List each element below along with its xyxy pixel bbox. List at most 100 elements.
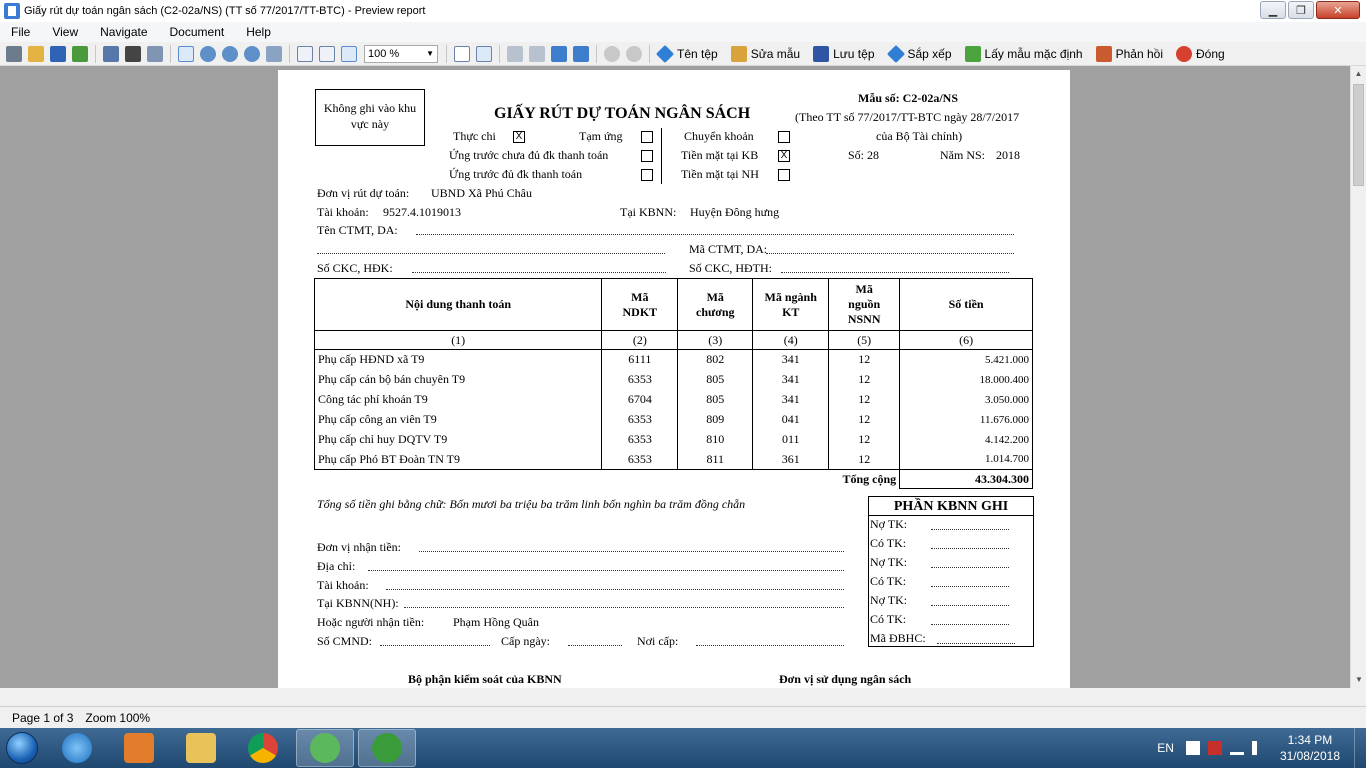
scroll-down-icon[interactable]: ▼ [1351, 672, 1366, 688]
edit-icon [730, 45, 747, 62]
power-icon [1175, 45, 1192, 62]
table-row: Phụ cấp cán bộ bán chuyên T9 6353 805 34… [313, 369, 1033, 390]
col-number: (1) [313, 330, 603, 350]
volume-icon[interactable] [1251, 741, 1266, 755]
menu-bar: File View Navigate Document Help [0, 22, 1366, 42]
scroll-up-icon[interactable]: ▲ [1351, 66, 1366, 82]
forward-icon[interactable] [626, 45, 642, 62]
last-page-icon[interactable] [573, 45, 589, 62]
taskbar-report-app[interactable] [358, 729, 416, 767]
option-ung-truoc-du-checkbox[interactable] [641, 169, 653, 181]
menu-file[interactable]: File [0, 25, 41, 39]
actual-size-icon[interactable] [341, 45, 357, 62]
cell-ndkt: 6353 [601, 409, 679, 430]
export-icon[interactable] [72, 45, 88, 62]
maximize-button[interactable]: ❐ [1288, 1, 1314, 19]
table-icon[interactable] [103, 45, 119, 62]
cell-nguon: 12 [828, 429, 901, 450]
close-report-button[interactable]: Đóng [1173, 45, 1225, 62]
language-indicator[interactable]: EN [1157, 741, 1174, 755]
cell-nguon: 12 [828, 409, 901, 430]
window-title: Giấy rút dự toán ngân sách (C2-02a/NS) (… [24, 5, 426, 17]
report-preview-area[interactable]: Không ghi vào khu vực này GIẤY RÚT DỰ TO… [0, 66, 1350, 688]
file-name-button[interactable]: Tên tệp [654, 44, 718, 63]
menu-help[interactable]: Help [235, 25, 282, 39]
option-tien-mat-nh-checkbox[interactable] [778, 169, 790, 181]
hand-icon[interactable] [178, 45, 194, 62]
option-thuc-chi-checkbox[interactable]: X [513, 131, 525, 143]
taskbar-accounting-app[interactable] [296, 729, 354, 767]
option-tien-mat-kb-checkbox[interactable]: X [778, 150, 790, 162]
zoom-area-icon[interactable] [266, 45, 282, 62]
recipient-address-label: Địa chỉ: [317, 559, 356, 573]
close-button[interactable]: ✕ [1316, 1, 1360, 19]
save-file-button[interactable]: Lưu tệp [810, 45, 875, 62]
page-indicator: Page 1 of 3 [12, 710, 74, 725]
document-number: Số: 28 [848, 148, 880, 162]
taskbar-chrome[interactable] [234, 729, 292, 767]
zoom-icon[interactable] [200, 45, 216, 62]
default-template-button[interactable]: Lấy mẫu mặc định [962, 45, 1083, 62]
search-icon[interactable] [147, 45, 163, 62]
taskbar-explorer[interactable] [172, 729, 230, 767]
previous-page-icon[interactable] [529, 45, 545, 62]
dotted-line [386, 589, 844, 590]
first-page-icon[interactable] [507, 45, 523, 62]
start-button[interactable] [0, 728, 44, 768]
arrange-button[interactable]: Sắp xếp [885, 44, 952, 63]
antivirus-icon[interactable] [1207, 741, 1222, 755]
minimize-button[interactable]: ▁ [1260, 1, 1286, 19]
cell-noi-dung: Phụ cấp HĐND xã T9 [313, 349, 603, 370]
cell-so-tien: 4.142.200 [899, 429, 1033, 450]
option-tam-ung-checkbox[interactable] [641, 131, 653, 143]
dotted-line [380, 645, 490, 646]
network-icon[interactable] [1229, 741, 1244, 755]
treasury-control-label: Bộ phận kiểm soát của KBNN [408, 672, 562, 686]
multi-page-icon[interactable] [476, 45, 492, 62]
scroll-thumb[interactable] [1353, 84, 1364, 186]
feedback-button[interactable]: Phản hồi [1093, 45, 1163, 62]
vertical-scrollbar[interactable]: ▲ ▼ [1350, 66, 1366, 688]
menu-navigate[interactable]: Navigate [89, 25, 158, 39]
single-page-icon[interactable] [454, 45, 470, 62]
fit-page-icon[interactable] [319, 45, 335, 62]
amount-in-words: Tổng số tiền ghi bằng chữ: Bốn mươi ba t… [317, 497, 746, 511]
edit-template-button[interactable]: Sửa mẫu [728, 45, 801, 62]
cell-nganh: 361 [752, 449, 830, 470]
next-page-icon[interactable] [551, 45, 567, 62]
flag-icon[interactable] [1185, 741, 1200, 755]
zoom-select[interactable]: 100 % ▼ [364, 44, 438, 63]
tai-kbnn-value: Huyện Đông hưng [690, 205, 780, 219]
payment-table: Nội dung thanh toán Mã NDKT Mã chương Mã… [313, 278, 1033, 489]
cell-chuong: 805 [677, 389, 754, 410]
printer-icon[interactable] [6, 45, 22, 62]
menu-document[interactable]: Document [159, 25, 236, 39]
zoom-out-icon[interactable] [244, 45, 260, 62]
open-icon[interactable] [28, 45, 44, 62]
save-icon[interactable] [50, 45, 66, 62]
zoom-in-icon[interactable] [222, 45, 238, 62]
taskbar-media[interactable] [110, 729, 168, 767]
cell-nganh: 041 [752, 409, 830, 430]
undo-arrow-icon [964, 45, 981, 62]
back-icon[interactable] [604, 45, 620, 62]
option-tien-mat-nh-label: Tiền mặt tại NH [681, 167, 759, 181]
menu-view[interactable]: View [41, 25, 89, 39]
option-chuyen-khoan-checkbox[interactable] [778, 131, 790, 143]
toolbar-separator [596, 44, 597, 63]
option-ung-truoc-chua-du-checkbox[interactable] [641, 150, 653, 162]
taskbar-ie[interactable] [48, 729, 106, 767]
recipient-person-label: Hoặc người nhận tiền: [317, 615, 425, 629]
edit-template-label: Sửa mẫu [750, 46, 801, 61]
show-desktop-button[interactable] [1354, 728, 1366, 768]
file-name-label: Tên tệp [677, 46, 718, 61]
page-width-icon[interactable] [297, 45, 313, 62]
header-ma-ndkt-text: Mã NDKT [622, 289, 658, 319]
total-label: Tổng cộng [314, 469, 901, 489]
don-vi-value: UBND Xã Phú Châu [431, 186, 532, 200]
find-icon[interactable] [125, 45, 141, 62]
horizontal-scrollbar[interactable] [0, 688, 1366, 706]
tai-khoan-value: 9527.4.1019013 [383, 205, 461, 219]
clock[interactable]: 1:34 PM 31/08/2018 [1280, 732, 1340, 764]
toolbar-separator [289, 44, 290, 63]
